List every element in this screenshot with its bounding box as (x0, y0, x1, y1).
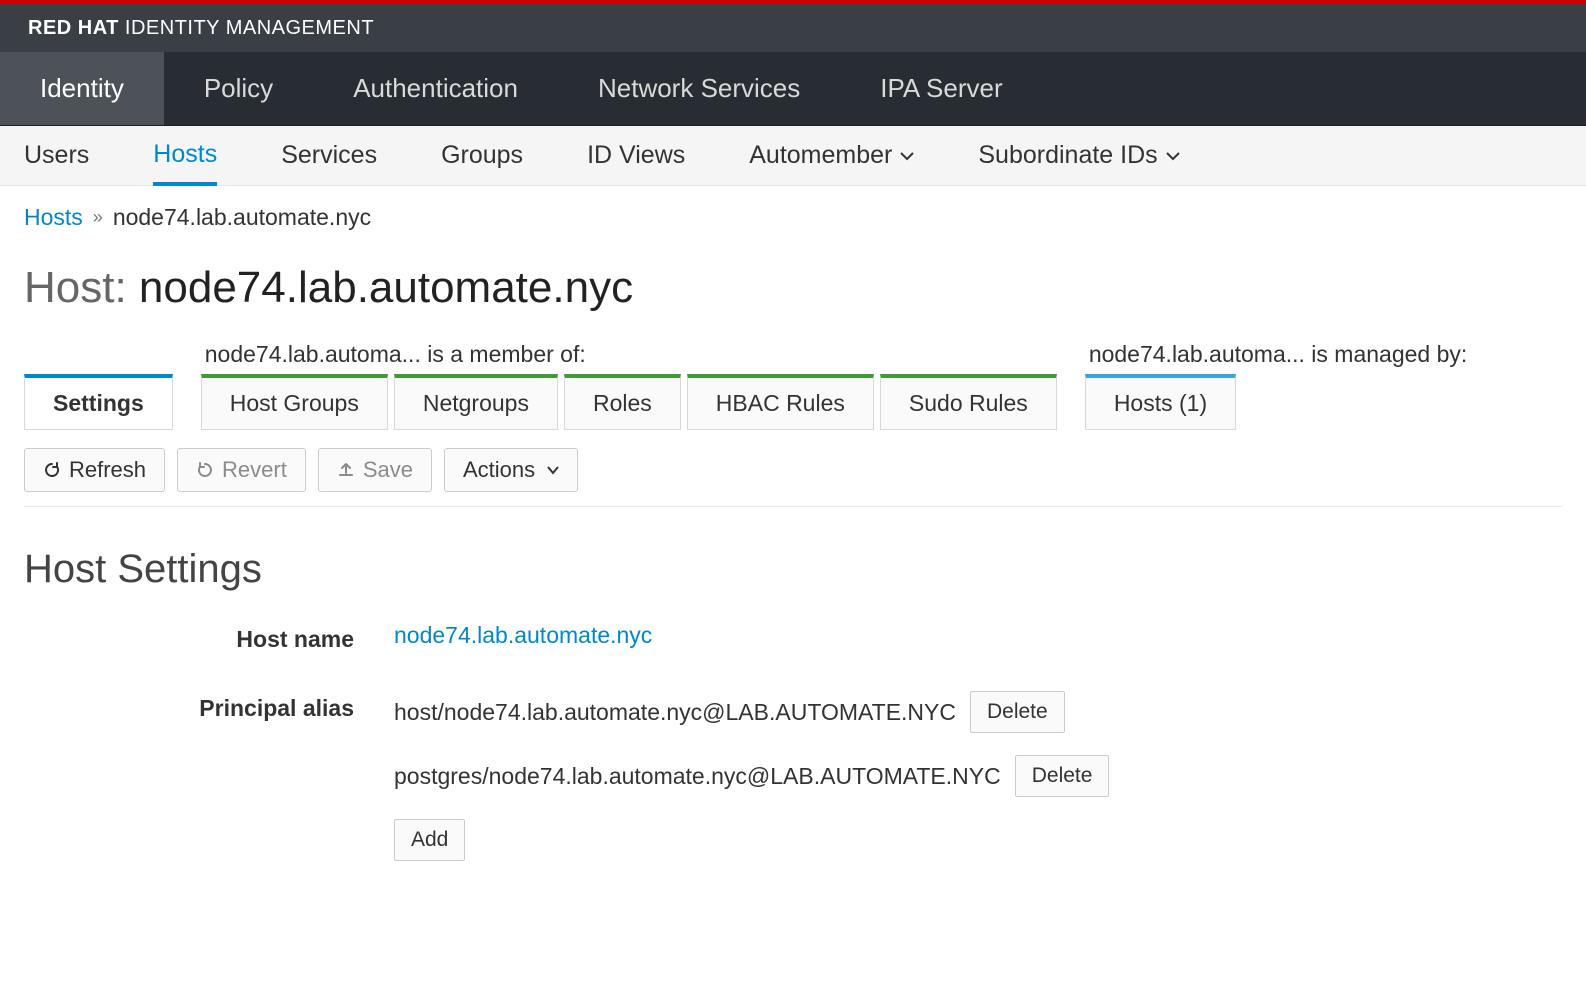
delete-alias-button[interactable]: Delete (970, 691, 1065, 733)
host-name-label: Host name (24, 622, 354, 653)
revert-label: Revert (222, 457, 287, 483)
tab-group-settings: Settings (24, 341, 173, 430)
primary-nav-label: Policy (204, 73, 273, 104)
primary-nav-label: Network Services (598, 73, 800, 104)
secondary-nav-services[interactable]: Services (281, 126, 377, 185)
undo-icon (196, 461, 214, 479)
secondary-nav-label: Groups (441, 141, 523, 170)
refresh-button[interactable]: Refresh (24, 448, 165, 492)
section-title: Host Settings (24, 547, 1562, 592)
save-button[interactable]: Save (318, 448, 432, 492)
secondary-nav-automember[interactable]: Automember (749, 126, 914, 185)
tab-section: Settings node74.lab.automa... is a membe… (24, 341, 1562, 430)
secondary-nav-id-views[interactable]: ID Views (587, 126, 685, 185)
breadcrumb-separator: » (93, 207, 103, 228)
page-title-prefix: Host: (24, 263, 139, 312)
tab-group-label-member-of: node74.lab.automa... is a member of: (201, 341, 590, 374)
actions-label: Actions (463, 457, 535, 483)
page-body: Hosts » node74.lab.automate.nyc Host: no… (0, 186, 1586, 923)
primary-nav-identity[interactable]: Identity (0, 52, 164, 125)
secondary-nav-label: Users (24, 141, 89, 170)
upload-icon (337, 461, 355, 479)
alias-add-row: Add (394, 819, 1424, 861)
tab-host-groups[interactable]: Host Groups (201, 374, 388, 430)
delete-alias-button[interactable]: Delete (1015, 755, 1110, 797)
secondary-nav-hosts[interactable]: Hosts (153, 127, 217, 186)
breadcrumb-parent[interactable]: Hosts (24, 204, 83, 231)
refresh-icon (43, 461, 61, 479)
secondary-nav-groups[interactable]: Groups (441, 126, 523, 185)
tab-group-label-empty (24, 341, 38, 374)
add-alias-button[interactable]: Add (394, 819, 465, 861)
secondary-nav-label: Subordinate IDs (978, 141, 1157, 170)
principal-alias-label: Principal alias (24, 691, 354, 883)
breadcrumb-current: node74.lab.automate.nyc (113, 204, 371, 231)
chevron-down-icon (900, 151, 914, 161)
form-grid: Host name node74.lab.automate.nyc Princi… (24, 622, 1424, 883)
primary-nav-label: IPA Server (880, 73, 1002, 104)
page-title-value: node74.lab.automate.nyc (139, 263, 633, 312)
secondary-nav: Users Hosts Services Groups ID Views Aut… (0, 126, 1586, 186)
host-name-value: node74.lab.automate.nyc (394, 622, 1424, 653)
brand-strong: RED HAT (28, 17, 119, 40)
tab-settings[interactable]: Settings (24, 374, 173, 430)
alias-row: postgres/node74.lab.automate.nyc@LAB.AUT… (394, 755, 1424, 797)
tab-roles[interactable]: Roles (564, 374, 681, 430)
secondary-nav-users[interactable]: Users (24, 126, 89, 185)
page-title: Host: node74.lab.automate.nyc (24, 263, 1562, 313)
primary-nav: Identity Policy Authentication Network S… (0, 52, 1586, 126)
secondary-nav-label: Automember (749, 141, 892, 170)
tab-netgroups[interactable]: Netgroups (394, 374, 558, 430)
primary-nav-network-services[interactable]: Network Services (558, 52, 840, 125)
refresh-label: Refresh (69, 457, 146, 483)
primary-nav-policy[interactable]: Policy (164, 52, 313, 125)
primary-nav-label: Identity (40, 73, 124, 104)
secondary-nav-label: ID Views (587, 141, 685, 170)
actions-button[interactable]: Actions (444, 448, 578, 492)
brand-rest: IDENTITY MANAGEMENT (125, 17, 374, 40)
tab-group-managed-by: node74.lab.automa... is managed by: Host… (1085, 341, 1471, 430)
alias-text: host/node74.lab.automate.nyc@LAB.AUTOMAT… (394, 699, 956, 726)
alias-text: postgres/node74.lab.automate.nyc@LAB.AUT… (394, 763, 1001, 790)
tab-hbac-rules[interactable]: HBAC Rules (687, 374, 874, 430)
primary-nav-authentication[interactable]: Authentication (313, 52, 558, 125)
toolbar: Refresh Revert Save Actions (24, 448, 1562, 507)
principal-alias-values: host/node74.lab.automate.nyc@LAB.AUTOMAT… (394, 691, 1424, 883)
host-name-link[interactable]: node74.lab.automate.nyc (394, 622, 652, 648)
chevron-down-icon (547, 466, 559, 475)
tab-managed-hosts[interactable]: Hosts (1) (1085, 374, 1236, 430)
primary-nav-label: Authentication (353, 73, 518, 104)
tab-group-member-of: node74.lab.automa... is a member of: Hos… (201, 341, 1057, 430)
secondary-nav-label: Hosts (153, 140, 217, 169)
tab-sudo-rules[interactable]: Sudo Rules (880, 374, 1057, 430)
chevron-down-icon (1166, 151, 1180, 161)
save-label: Save (363, 457, 413, 483)
secondary-nav-label: Services (281, 141, 377, 170)
primary-nav-ipa-server[interactable]: IPA Server (840, 52, 1042, 125)
tab-group-label-managed-by: node74.lab.automa... is managed by: (1085, 341, 1471, 374)
revert-button[interactable]: Revert (177, 448, 306, 492)
brand-bar: RED HAT IDENTITY MANAGEMENT (0, 4, 1586, 52)
breadcrumb: Hosts » node74.lab.automate.nyc (24, 204, 1562, 231)
alias-row: host/node74.lab.automate.nyc@LAB.AUTOMAT… (394, 691, 1424, 733)
secondary-nav-subordinate-ids[interactable]: Subordinate IDs (978, 126, 1179, 185)
